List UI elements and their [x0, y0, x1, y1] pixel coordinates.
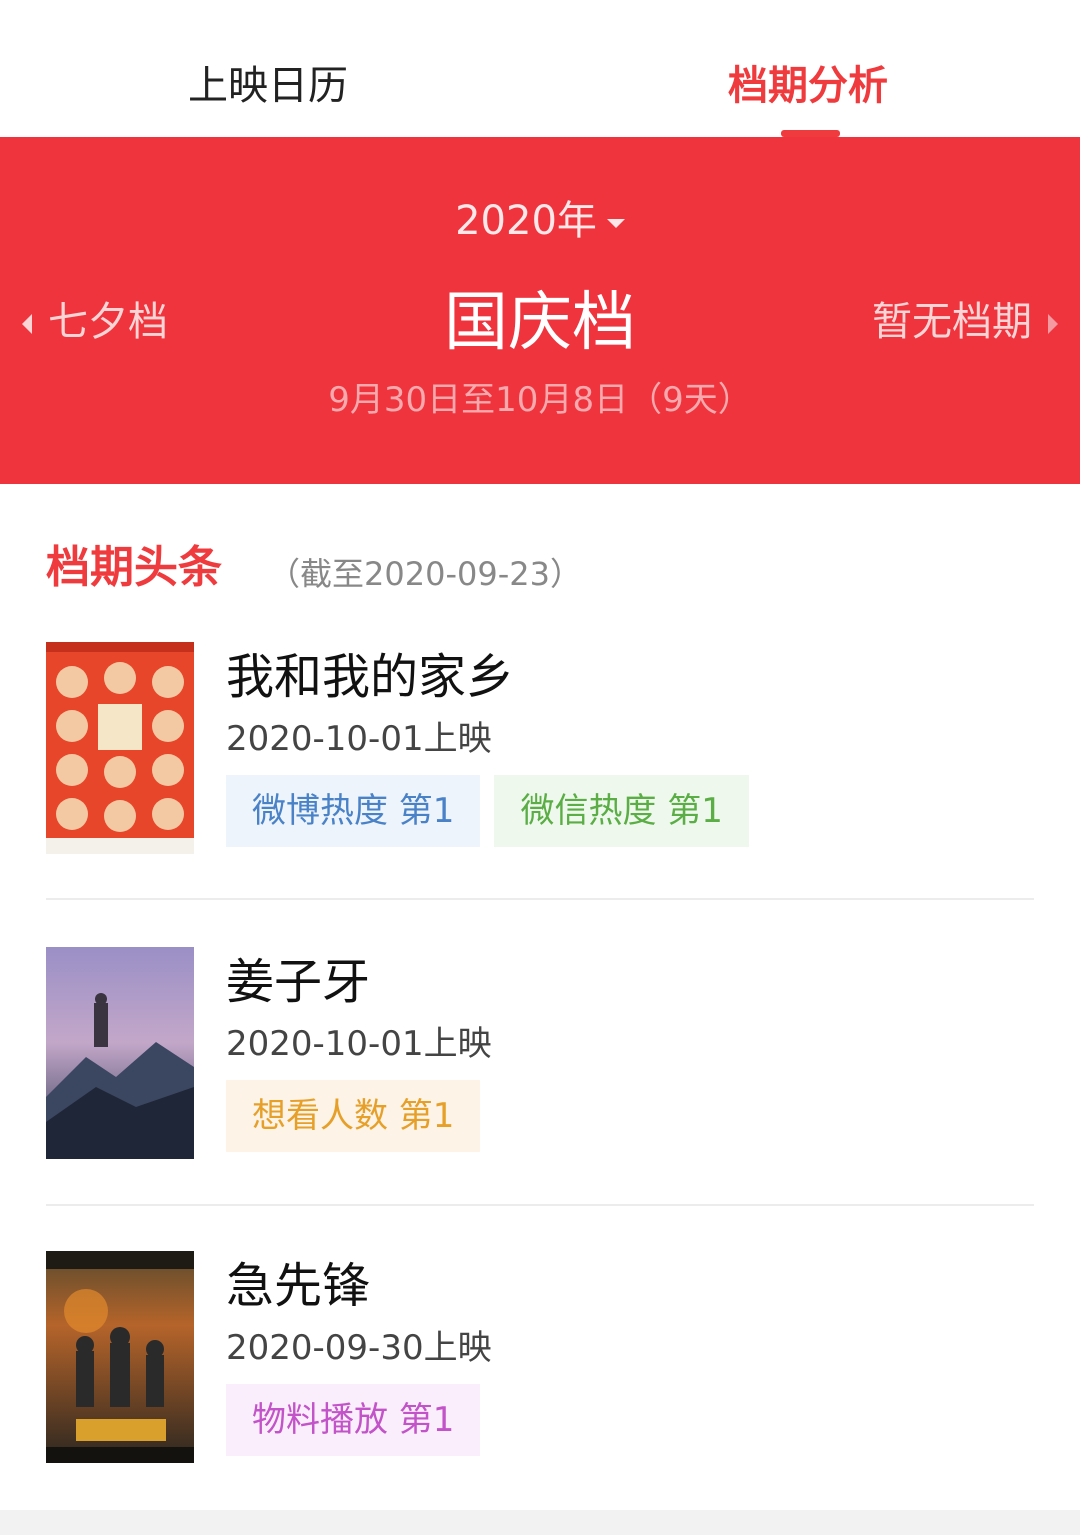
- movie-item[interactable]: 我和我的家乡 2020-10-01上映 微博热度 第1 微信热度 第1: [0, 642, 1080, 948]
- active-tab-indicator: [781, 130, 840, 137]
- year-label: 2020年: [455, 198, 597, 244]
- movie-release-date: 2020-10-01上映: [226, 1024, 492, 1064]
- next-season-label: 暂无档期: [872, 299, 1032, 345]
- movie-poster: [46, 1251, 194, 1463]
- caret-down-icon: [606, 218, 625, 228]
- movie-release-date: 2020-10-01上映: [226, 719, 492, 759]
- tab-season-analysis[interactable]: 档期分析: [728, 58, 888, 118]
- top-tab-bar: 上映日历 档期分析: [0, 0, 1080, 137]
- section-date-note: （截至2020-09-23）: [268, 555, 582, 593]
- section-title: 档期头条: [46, 542, 222, 593]
- movie-tags: 微博热度 第1 微信热度 第1: [226, 775, 749, 847]
- chevron-right-icon: [1048, 314, 1058, 334]
- divider: [46, 1204, 1034, 1206]
- movie-title: 姜子牙: [226, 954, 371, 1010]
- movie-title: 急先锋: [226, 1258, 371, 1314]
- movie-release-date: 2020-09-30上映: [226, 1328, 492, 1368]
- divider: [46, 898, 1034, 900]
- page: 上映日历 档期分析 2020年 七夕档 国庆档 暂无档期 9月30日至10月8日…: [0, 0, 1080, 1535]
- tag-want-to-see: 想看人数 第1: [226, 1080, 481, 1152]
- tag-weibo-heat: 微博热度 第1: [226, 775, 481, 847]
- next-season-button[interactable]: 暂无档期: [872, 294, 1058, 350]
- year-selector[interactable]: 2020年: [0, 193, 1080, 249]
- movie-poster: [46, 947, 194, 1159]
- tag-wechat-heat: 微信热度 第1: [494, 775, 749, 847]
- tag-trailer-plays: 物料播放 第1: [226, 1384, 481, 1456]
- movie-item[interactable]: 姜子牙 2020-10-01上映 想看人数 第1: [0, 947, 1080, 1253]
- movie-tags: 想看人数 第1: [226, 1080, 481, 1152]
- movie-item[interactable]: 急先锋 2020-09-30上映 物料播放 第1: [0, 1251, 1080, 1535]
- movie-title: 我和我的家乡: [226, 649, 515, 705]
- tab-release-calendar[interactable]: 上映日历: [188, 58, 348, 118]
- bottom-divider-strip: [0, 1510, 1080, 1535]
- season-date-range: 9月30日至10月8日（9天）: [328, 380, 752, 420]
- movie-tags: 物料播放 第1: [226, 1384, 481, 1456]
- movie-poster: [46, 642, 194, 854]
- season-banner: 2020年 七夕档 国庆档 暂无档期 9月30日至10月8日（9天）: [0, 137, 1080, 484]
